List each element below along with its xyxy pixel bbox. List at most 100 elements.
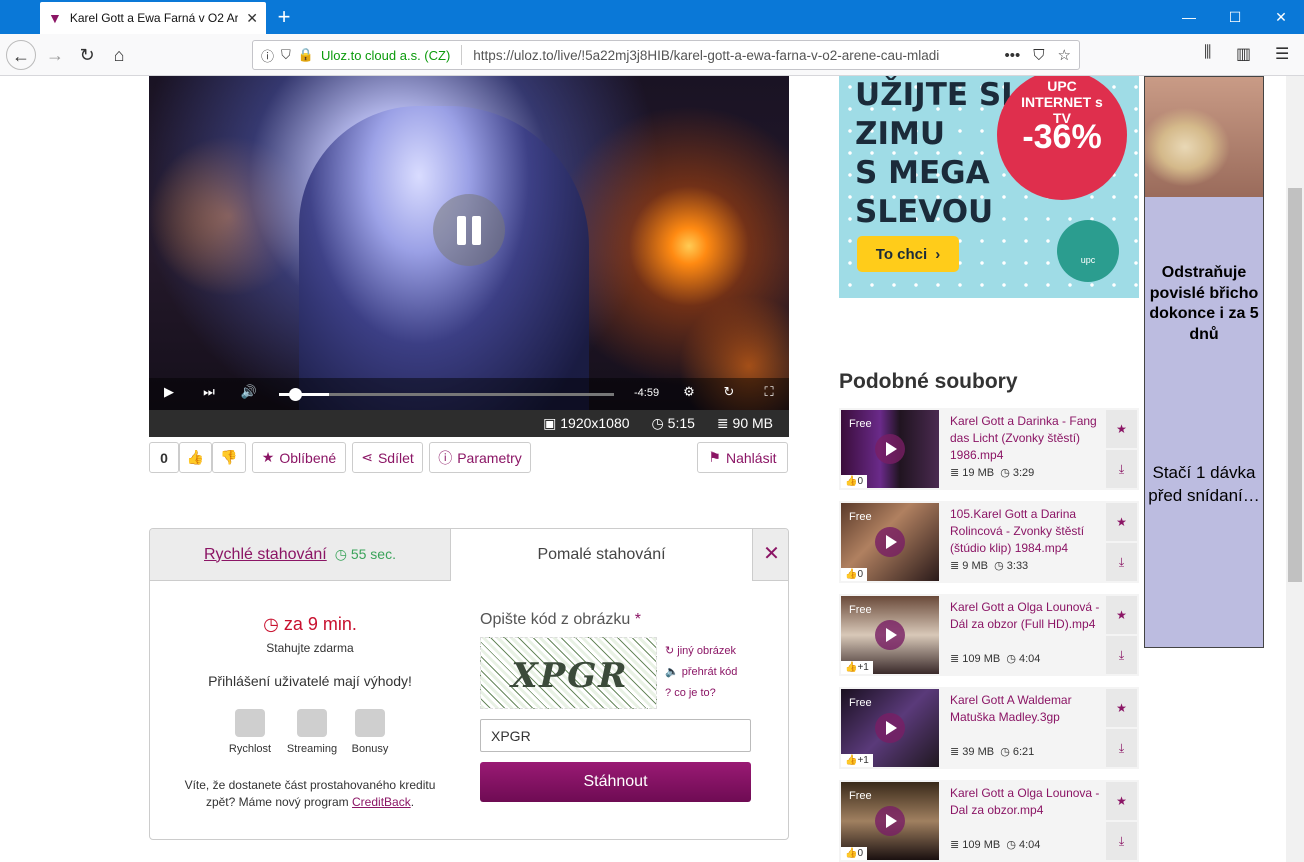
upc-ad-banner[interactable]: UŽIJTE SI ZIMU S MEGA SLEVOU UPC INTERNET s… bbox=[839, 76, 1139, 298]
download-icon[interactable]: ⤓ bbox=[1106, 543, 1137, 581]
favorite-star-icon[interactable]: ★ bbox=[1106, 782, 1137, 820]
video-progress-bar[interactable] bbox=[279, 388, 614, 401]
new-tab-button[interactable]: + bbox=[272, 4, 296, 30]
dislike-button[interactable]: 👎 bbox=[212, 442, 246, 473]
tab-close-icon[interactable]: ✕ bbox=[246, 10, 258, 27]
back-button[interactable]: ← bbox=[6, 40, 36, 70]
url-text[interactable]: https://uloz.to/live/!5a22mj3j8HIB/karel… bbox=[473, 48, 991, 63]
file-thumbnail[interactable]: Free 👍+1 bbox=[841, 596, 939, 674]
ad-cta-button[interactable]: To chci › bbox=[857, 236, 959, 272]
similar-files-title: Podobné soubory bbox=[839, 370, 1018, 393]
sidebar-icon[interactable]: ▥ bbox=[1236, 44, 1251, 64]
pocket-icon[interactable]: ⛉ bbox=[1033, 47, 1044, 64]
feature-speed: Rychlost bbox=[220, 709, 280, 755]
similar-file-item[interactable]: Free 👍0 Karel Gott a Olga Lounova - Dal … bbox=[839, 780, 1139, 862]
database-icon: ≣ bbox=[950, 746, 960, 758]
tab-fast-download[interactable]: Rychlé stahování ◷ 55 sec. bbox=[150, 529, 451, 581]
file-thumbnail[interactable]: Free 👍0 bbox=[841, 410, 939, 488]
favorite-star-icon[interactable]: ★ bbox=[1106, 410, 1137, 448]
file-name-link[interactable]: Karel Gott a Olga Lounová - Dál za obzor… bbox=[950, 599, 1100, 633]
remaining-time: -4:59 bbox=[634, 387, 660, 399]
forward-button[interactable]: → bbox=[40, 40, 70, 70]
what-is-it-link[interactable]: ? co je to? bbox=[665, 683, 737, 704]
volume-icon[interactable]: 🔊 bbox=[239, 384, 259, 400]
fullscreen-icon[interactable]: ⛶ bbox=[759, 384, 779, 400]
shield-icon[interactable]: ⛉ bbox=[281, 47, 291, 63]
share-button[interactable]: ⋖ Sdílet bbox=[352, 442, 423, 473]
file-name-link[interactable]: 105.Karel Gott a Darina Rolincová - Zvon… bbox=[950, 506, 1100, 557]
fast-tab-time: ◷ 55 sec. bbox=[334, 546, 396, 562]
like-count: 👍0 bbox=[841, 568, 868, 581]
similar-file-item[interactable]: Free 👍0 Karel Gott a Darinka - Fang das … bbox=[839, 408, 1139, 490]
file-thumbnail[interactable]: Free 👍0 bbox=[841, 503, 939, 581]
similar-file-item[interactable]: Free 👍+1 Karel Gott A Waldemar Matuška M… bbox=[839, 687, 1139, 769]
chevron-right-icon: › bbox=[935, 245, 941, 263]
file-name-link[interactable]: Karel Gott a Olga Lounova - Dal za obzor… bbox=[950, 785, 1100, 819]
browser-tab[interactable]: ▼ Karel Gott a Ewa Farná v O2 Are ✕ bbox=[40, 2, 266, 34]
captcha-links: ↻ jiný obrázek 🔈 přehrát kód ? co je to? bbox=[665, 641, 737, 704]
report-button[interactable]: ⚑ Nahlásit bbox=[697, 442, 788, 473]
file-name-link[interactable]: Karel Gott A Waldemar Matuška Madley.3gp bbox=[950, 692, 1100, 726]
minimize-button[interactable]: — bbox=[1166, 0, 1212, 34]
like-button[interactable]: 👍 bbox=[179, 442, 212, 473]
progress-fill bbox=[279, 393, 330, 396]
bookmark-star-icon[interactable]: ☆ bbox=[1058, 46, 1071, 64]
captcha-input[interactable] bbox=[480, 719, 751, 752]
file-thumbnail[interactable]: Free 👍+1 bbox=[841, 689, 939, 767]
close-window-button[interactable]: ✕ bbox=[1258, 0, 1304, 34]
similar-file-item[interactable]: Free 👍+1 Karel Gott a Olga Lounová - Dál… bbox=[839, 594, 1139, 676]
free-badge: Free bbox=[849, 697, 872, 709]
discount-badge: UPC INTERNET s TV -36% bbox=[997, 76, 1127, 200]
home-button[interactable]: ⌂ bbox=[104, 40, 134, 70]
play-icon[interactable] bbox=[875, 527, 905, 557]
url-bar[interactable]: ⓘ ⛉ 🔒 Uloz.to cloud a.s. (CZ) https://ul… bbox=[252, 40, 1080, 70]
settings-gear-icon[interactable]: ⚙ bbox=[679, 384, 699, 400]
close-panel-icon[interactable]: ✕ bbox=[752, 529, 788, 581]
side-ad[interactable]: Odstraňuje povislé břicho dokonce i za 5… bbox=[1144, 76, 1264, 648]
fast-tab-label: Rychlé stahování bbox=[204, 545, 327, 563]
play-icon[interactable] bbox=[875, 434, 905, 464]
play-icon[interactable] bbox=[875, 620, 905, 650]
favorite-star-icon[interactable]: ★ bbox=[1106, 596, 1137, 634]
play-icon[interactable] bbox=[875, 806, 905, 836]
info-icon[interactable]: ⓘ bbox=[261, 46, 274, 65]
page-scrollbar[interactable] bbox=[1286, 76, 1304, 862]
favorite-star-icon[interactable]: ★ bbox=[1106, 689, 1137, 727]
file-name-link[interactable]: Karel Gott a Darinka - Fang das Licht (Z… bbox=[950, 413, 1100, 464]
site-identity[interactable]: Uloz.to cloud a.s. (CZ) bbox=[321, 48, 450, 63]
play-captcha-link[interactable]: 🔈 přehrát kód bbox=[665, 662, 737, 683]
download-icon[interactable]: ⤓ bbox=[1106, 729, 1137, 767]
replay-icon[interactable]: ↻ bbox=[719, 384, 739, 400]
captcha-label: Opište kód z obrázku * bbox=[480, 611, 641, 628]
page-actions-icon[interactable]: ••• bbox=[1005, 47, 1021, 64]
creditback-link[interactable]: CreditBack bbox=[352, 795, 411, 809]
file-meta: ≣ 9 MB ◷ 3:33 bbox=[950, 560, 1029, 572]
library-icon[interactable]: ⫼ bbox=[1204, 44, 1211, 62]
scrollbar-thumb[interactable] bbox=[1288, 188, 1302, 582]
reload-button[interactable]: ↻ bbox=[72, 40, 102, 70]
clock-icon: ◷ bbox=[1006, 653, 1016, 665]
captcha-image: XPGR bbox=[480, 637, 657, 709]
download-icon[interactable]: ⤓ bbox=[1106, 636, 1137, 674]
progress-knob[interactable] bbox=[289, 388, 303, 401]
download-icon[interactable]: ⤓ bbox=[1106, 450, 1137, 488]
play-icon[interactable]: ▶ bbox=[159, 384, 179, 400]
new-captcha-link[interactable]: ↻ jiný obrázek bbox=[665, 641, 737, 662]
coins-icon bbox=[355, 709, 385, 737]
menu-icon[interactable]: ☰ bbox=[1275, 44, 1289, 64]
next-icon[interactable]: ⏭ bbox=[199, 384, 219, 400]
favorite-star-icon[interactable]: ★ bbox=[1106, 503, 1137, 541]
file-meta: ≣ 109 MB ◷ 4:04 bbox=[950, 653, 1041, 665]
download-icon[interactable]: ⤓ bbox=[1106, 822, 1137, 860]
file-thumbnail[interactable]: Free 👍0 bbox=[841, 782, 939, 860]
parameters-button[interactable]: ⓘ Parametry bbox=[429, 442, 531, 473]
video-info-bar: ▣ 1920x1080 ◷ 5:15 ≣ 90 MB bbox=[149, 410, 789, 437]
clock-icon: ◷ bbox=[1006, 839, 1016, 851]
maximize-button[interactable]: ☐ bbox=[1212, 0, 1258, 34]
download-button[interactable]: Stáhnout bbox=[480, 762, 751, 802]
pause-icon[interactable] bbox=[433, 194, 505, 266]
tab-slow-download[interactable]: Pomalé stahování bbox=[451, 529, 752, 581]
favorite-button[interactable]: ★ Oblíbené bbox=[252, 442, 346, 473]
similar-file-item[interactable]: Free 👍0 105.Karel Gott a Darina Rolincov… bbox=[839, 501, 1139, 583]
play-icon[interactable] bbox=[875, 713, 905, 743]
